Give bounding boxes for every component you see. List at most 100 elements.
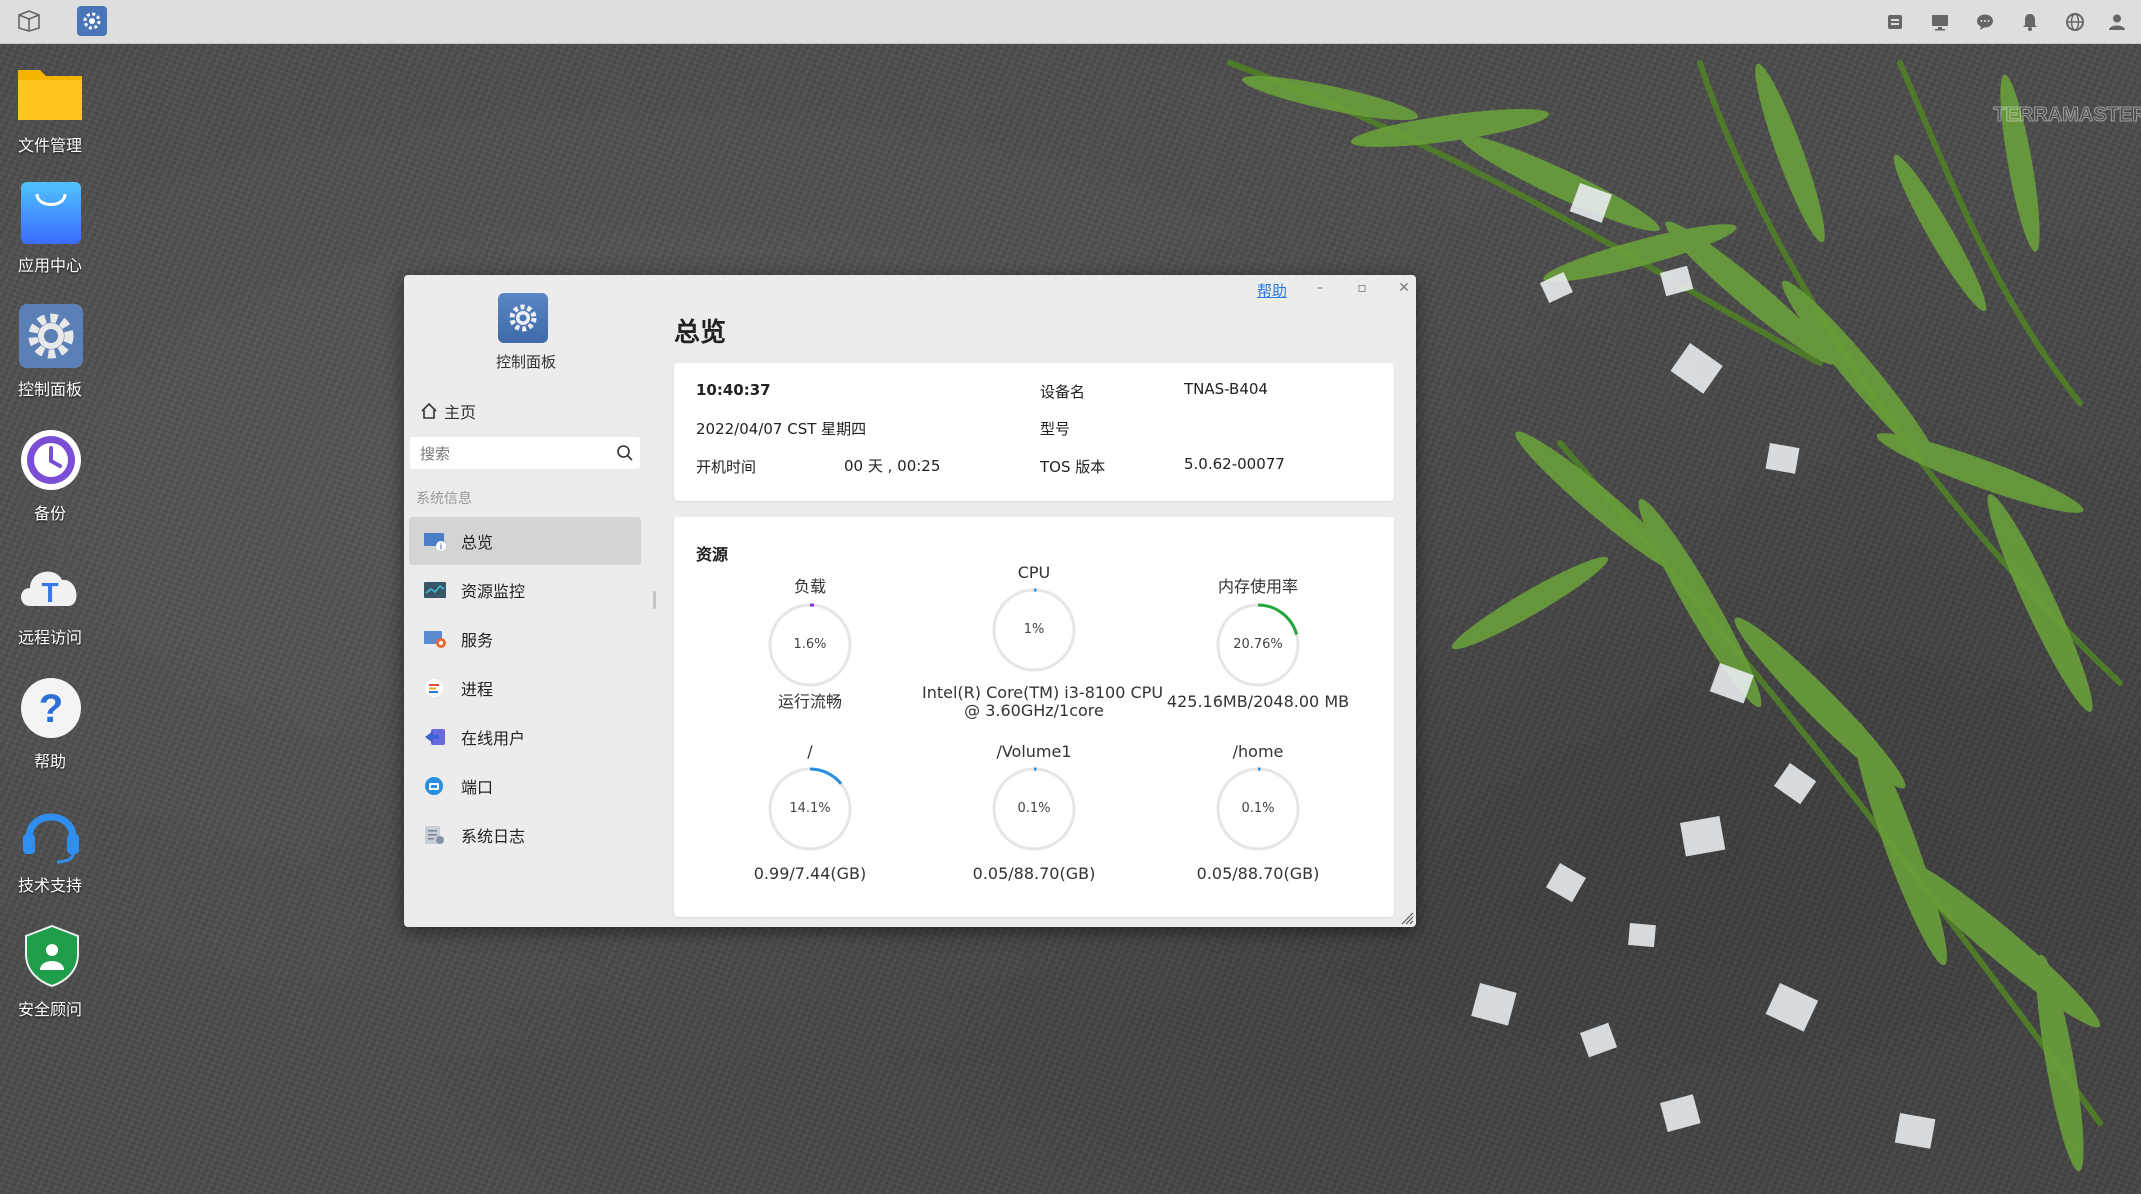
gauge-ring: 0.1% <box>1214 765 1302 853</box>
backup-clock-icon <box>16 428 84 496</box>
sidebar: 控制面板 主页 系统信息 i 总览 资源监控 <box>404 275 656 927</box>
online-users-icon <box>425 729 445 745</box>
gauge-label: 负载 <box>793 577 826 596</box>
desktop-icon-security-advisor[interactable]: 安全顾问 <box>6 924 94 1020</box>
gauge-percent: 1.6% <box>793 637 827 652</box>
device-name-value: TNAS-B404 <box>1184 380 1268 398</box>
folder-icon <box>16 60 84 128</box>
gauge-root-volume: / 14.1% 0.99/7.44(GB) <box>698 742 922 883</box>
desktop-icon-label: 安全顾问 <box>17 1000 82 1019</box>
desktop-icon-app-center[interactable]: 应用中心 <box>6 180 94 276</box>
disk-icon <box>1888 15 1902 29</box>
search-input[interactable] <box>418 437 612 471</box>
gauge-subtext: Intel(R) Core(TM) i3-8100 CPU <box>922 683 1164 702</box>
gauge-load: 负载 1.6% 运行流畅 <box>698 573 922 711</box>
sidebar-item-process[interactable]: 进程 <box>409 664 641 712</box>
gear-icon <box>509 304 537 332</box>
svg-text:T: T <box>41 577 58 608</box>
gauge-subtext: 0.99/7.44(GB) <box>753 864 867 883</box>
resource-monitor-icon <box>424 582 446 598</box>
chat-icon <box>1977 14 1993 30</box>
monitor-button[interactable] <box>1927 9 1953 35</box>
gauge-label: CPU <box>1017 563 1051 582</box>
taskbar-control-panel-button[interactable] <box>77 6 107 36</box>
desktop-icon-control-panel[interactable]: 控制面板 <box>6 304 94 400</box>
close-button[interactable]: ✕ <box>1393 277 1415 299</box>
desktop-icon-tech-support[interactable]: 技术支持 <box>6 800 94 896</box>
overview-icon: i <box>424 533 446 552</box>
gauge-volume1: /Volume1 0.1% 0.05/88.70(GB) <box>922 742 1146 883</box>
monitor-icon <box>1932 15 1948 31</box>
storage-button[interactable] <box>1882 9 1908 35</box>
notifications-button[interactable] <box>2017 9 2043 35</box>
sidebar-item-system-log[interactable]: 系统日志 <box>409 811 641 859</box>
desktop-icon-label: 帮助 <box>33 752 66 771</box>
sidebar-home-link[interactable]: 主页 <box>420 399 476 423</box>
gauge-percent: 14.1% <box>789 801 831 816</box>
help-link[interactable]: 帮助 <box>1257 280 1287 301</box>
minimize-button[interactable]: – <box>1309 277 1331 299</box>
sidebar-item-port[interactable]: 端口 <box>409 762 641 810</box>
current-time: 10:40:37 <box>696 381 771 399</box>
home-icon <box>421 402 437 419</box>
globe-icon <box>2066 13 2084 31</box>
gauge-ring: 1.6% <box>766 601 854 689</box>
desktop-icon-label: 应用中心 <box>17 256 82 275</box>
desktop-icon-help[interactable]: ? 帮助 <box>6 676 94 772</box>
sidebar-item-label: 在线用户 <box>461 729 526 748</box>
search-box <box>410 437 640 471</box>
home-label: 主页 <box>444 403 477 422</box>
gauge-memory: 内存使用率 20.76% 425.16MB/2048.00 MB <box>1146 573 1370 711</box>
desktop-icon-label: 控制面板 <box>17 380 82 399</box>
maximize-button[interactable]: ▫ <box>1351 277 1373 299</box>
service-icon <box>424 631 446 648</box>
question-icon: ? <box>16 676 84 744</box>
gauge-ring: 14.1% <box>766 765 854 853</box>
language-button[interactable] <box>2062 9 2088 35</box>
current-date: 2022/04/07 CST 星期四 <box>696 420 867 438</box>
desktop-icon-label: 技术支持 <box>17 876 82 895</box>
user-icon <box>2109 14 2125 30</box>
sidebar-item-online-users[interactable]: 在线用户 <box>409 713 641 761</box>
sidebar-item-resource-monitor[interactable]: 资源监控 <box>409 566 641 614</box>
sidebar-item-label: 服务 <box>461 631 494 650</box>
gauge-ring: 20.76% <box>1214 601 1302 689</box>
gauge-home: /home 0.1% 0.05/88.70(GB) <box>1146 742 1370 883</box>
device-name-label: 设备名 <box>1040 383 1086 401</box>
port-icon <box>425 777 443 795</box>
control-panel-window: 控制面板 主页 系统信息 i 总览 资源监控 <box>404 275 1416 927</box>
user-menu-button[interactable] <box>2104 9 2130 35</box>
shield-icon <box>16 924 84 992</box>
control-panel-logo <box>498 293 548 343</box>
system-info-card: 10:40:37 2022/04/07 CST 星期四 开机时间 00 天 , … <box>674 363 1394 501</box>
sidebar-scrollbar[interactable] <box>653 591 656 609</box>
gauge-label: 内存使用率 <box>1217 577 1298 596</box>
desktop-icon-remote-access[interactable]: T 远程访问 <box>6 552 94 648</box>
bell-icon <box>2023 14 2037 31</box>
resources-title: 资源 <box>696 545 729 564</box>
desktop-icon-label: 文件管理 <box>17 136 82 155</box>
sidebar-item-service[interactable]: 服务 <box>409 615 641 663</box>
gauge-label: /Volume1 <box>996 742 1072 761</box>
gauge-label: / <box>807 742 813 761</box>
terramaster-watermark: TERRAMASTER <box>1993 104 2141 126</box>
sidebar-item-label: 系统日志 <box>461 827 526 846</box>
desktop-icon-backup[interactable]: 备份 <box>6 428 94 524</box>
desktop-icon-file-manager[interactable]: 文件管理 <box>6 60 94 156</box>
sidebar-item-label: 资源监控 <box>461 582 526 601</box>
svg-text:i: i <box>440 543 442 552</box>
search-icon[interactable] <box>616 444 634 462</box>
cloud-t-icon: T <box>16 552 84 620</box>
gauge-subtext: 0.05/88.70(GB) <box>1196 864 1320 883</box>
messages-button[interactable] <box>1972 9 1998 35</box>
gauge-percent: 0.1% <box>1017 801 1051 816</box>
resources-card: 资源 负载 1.6% 运行流畅 CPU 1% Intel(R) Core(TM)… <box>674 517 1394 917</box>
uptime-label: 开机时间 <box>696 458 757 476</box>
sidebar-item-overview[interactable]: i 总览 <box>409 517 641 565</box>
desktop-icon-label: 远程访问 <box>17 628 82 647</box>
gauge-label: /home <box>1232 742 1284 761</box>
gauge-percent: 20.76% <box>1233 637 1283 652</box>
resize-handle-icon[interactable] <box>1400 911 1414 925</box>
windows-icon <box>18 10 40 32</box>
start-menu-button[interactable] <box>12 4 46 38</box>
